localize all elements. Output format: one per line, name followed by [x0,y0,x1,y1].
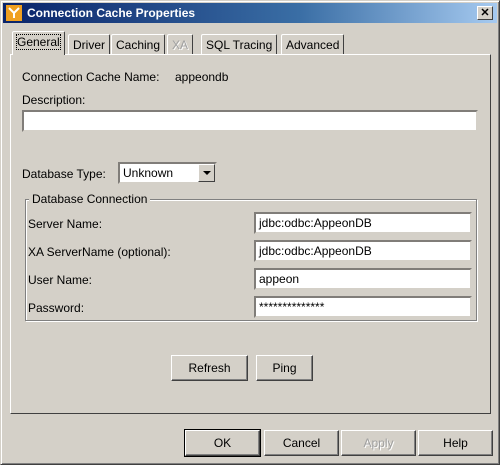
tab-sql-tracing[interactable]: SQL Tracing [201,34,278,54]
apply-button: Apply [341,430,416,456]
ok-button[interactable]: OK [184,429,261,457]
tab-general[interactable]: General [12,31,65,55]
tab-driver[interactable]: Driver [68,34,110,54]
tab-panel-general [10,54,491,414]
tab-caching[interactable]: Caching [111,34,166,54]
sybase-logo-icon [6,5,22,21]
help-button[interactable]: Help [418,430,493,456]
title-bar[interactable]: Connection Cache Properties ✕ [3,3,497,23]
cancel-button[interactable]: Cancel [264,430,339,456]
tab-xa: XA [167,34,194,54]
dialog-window: Connection Cache Properties ✕ General Dr… [0,0,500,465]
window-title: Connection Cache Properties [27,6,196,20]
close-icon[interactable]: ✕ [477,6,493,20]
tab-advanced[interactable]: Advanced [281,34,345,54]
